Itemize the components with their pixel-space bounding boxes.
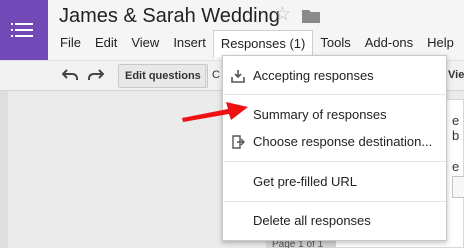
menu-bar: File Edit View Insert Responses (1) Tool… <box>53 29 461 57</box>
menu-item-label: Delete all responses <box>253 213 371 228</box>
menu-help[interactable]: Help <box>420 30 461 56</box>
menu-item-prefilled-url[interactable]: Get pre-filled URL <box>223 169 446 195</box>
menu-item-label: Accepting responses <box>253 68 374 83</box>
export-sheet-icon <box>232 135 245 149</box>
menu-edit[interactable]: Edit <box>88 30 124 56</box>
menu-view[interactable]: View <box>124 30 166 56</box>
menu-insert[interactable]: Insert <box>166 30 213 56</box>
redo-icon[interactable] <box>88 68 104 82</box>
menu-item-label: Summary of responses <box>253 107 387 122</box>
menu-item-label: Choose response destination... <box>253 134 433 149</box>
menu-divider <box>224 94 446 95</box>
menu-responses[interactable]: Responses (1) <box>212 29 314 57</box>
form-input-field[interactable] <box>452 176 464 198</box>
menu-item-choose-destination[interactable]: Choose response destination... <box>223 129 446 155</box>
app-header: James & Sarah Wedding ☆ File Edit View I… <box>0 0 464 60</box>
menu-item-delete-all-responses[interactable]: Delete all responses <box>223 208 446 234</box>
view-live-form-button[interactable]: View <box>448 69 464 81</box>
undo-icon[interactable] <box>62 68 78 82</box>
menu-divider <box>224 161 446 162</box>
menu-item-summary-of-responses[interactable]: Summary of responses <box>223 102 446 128</box>
document-title[interactable]: James & Sarah Wedding <box>59 5 280 28</box>
edit-questions-button[interactable]: Edit questions <box>118 64 208 88</box>
toolbar-divider <box>205 66 206 87</box>
toolbar-clipped-button[interactable]: C <box>212 69 220 81</box>
menu-item-label: Get pre-filled URL <box>253 174 358 189</box>
menu-addons[interactable]: Add-ons <box>358 30 420 56</box>
folder-icon[interactable] <box>302 9 320 23</box>
menu-tools[interactable]: Tools <box>313 30 357 56</box>
left-margin <box>0 91 8 248</box>
red-arrow-annotation <box>182 102 248 122</box>
download-icon <box>231 70 245 83</box>
menu-file[interactable]: File <box>53 30 88 56</box>
menu-item-accepting-responses[interactable]: Accepting responses <box>223 63 446 89</box>
forms-menu-icon[interactable] <box>0 0 48 60</box>
menu-divider <box>224 201 446 202</box>
form-text-clipped-1: e b <box>452 113 460 143</box>
star-icon[interactable]: ☆ <box>274 4 291 26</box>
responses-dropdown: Accepting responses Summary of responses… <box>222 55 447 241</box>
